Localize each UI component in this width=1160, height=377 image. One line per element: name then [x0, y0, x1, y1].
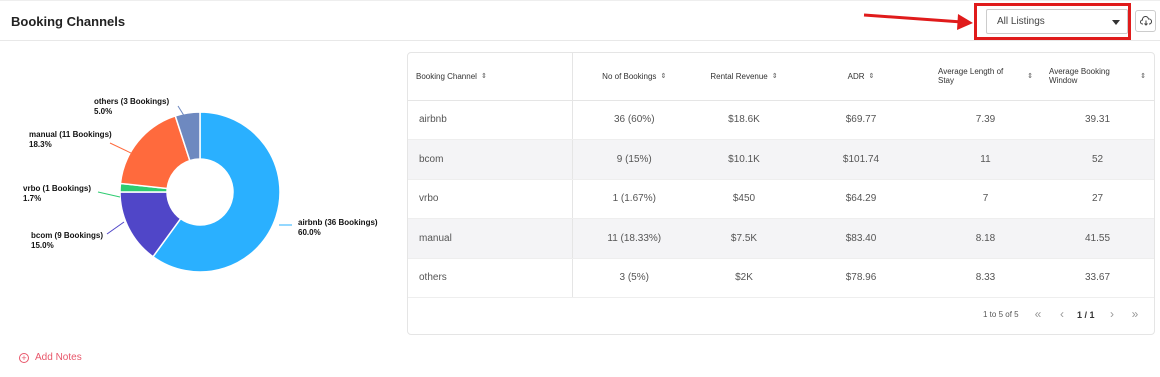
booking-channels-table: Booking Channel ⇕ No of Bookings ⇕ Rental …: [408, 53, 1154, 298]
table-cell: 7: [930, 179, 1041, 219]
listing-select[interactable]: All Listings: [986, 9, 1128, 34]
last-page-icon[interactable]: »: [1126, 306, 1144, 324]
table-header-row: Booking Channel ⇕ No of Bookings ⇕ Rental …: [408, 53, 1154, 101]
annotation-arrow: [863, 13, 973, 30]
channel-cell: airbnb: [408, 100, 573, 140]
slice-label: airbnb (36 Bookings): [298, 218, 378, 227]
table-cell: $18.6K: [696, 100, 792, 140]
leader-line: [109, 142, 134, 155]
table-cell: $450: [696, 179, 792, 219]
table-cell: 52: [1041, 139, 1154, 180]
table-cell: 39.31: [1041, 100, 1154, 140]
table-cell: $69.77: [792, 100, 930, 140]
column-header[interactable]: Average Booking Window ⇕: [1041, 53, 1154, 101]
sort-icon: ⇕: [771, 72, 778, 80]
column-header[interactable]: Booking Channel ⇕: [408, 53, 573, 101]
leader-line: [97, 191, 121, 198]
table-cell: $101.74: [792, 139, 930, 180]
sort-icon: ⇕: [868, 72, 875, 80]
page-title: Booking Channels: [11, 14, 126, 29]
page-indicator: 1 / 1: [1077, 310, 1095, 320]
table-cell: 27: [1041, 179, 1154, 219]
channel-cell: others: [408, 258, 573, 298]
slice-percent-label: 5.0%: [94, 107, 112, 116]
table-row: airbnb 36 (60%) $18.6K $69.77 7.39 39.31: [408, 100, 1154, 140]
slice-label: bcom (9 Bookings): [31, 231, 103, 240]
column-header[interactable]: Average Length of Stay ⇕: [930, 53, 1041, 101]
sort-icon: ⇕: [660, 72, 667, 80]
table-cell: $7.5K: [696, 218, 792, 259]
channel-cell: manual: [408, 218, 573, 259]
listing-select-value: All Listings: [997, 16, 1045, 27]
first-page-icon[interactable]: «: [1029, 306, 1047, 324]
booking-channels-donut-chart: airbnb (36 Bookings)60.0% bcom (9 Booking…: [23, 97, 378, 273]
table-row: others 3 (5%) $2K $78.96 8.33 33.67: [408, 258, 1154, 298]
table-row: bcom 9 (15%) $10.1K $101.74 11 52: [408, 139, 1154, 180]
channel-cell: bcom: [408, 139, 573, 180]
sort-icon: ⇕: [480, 72, 487, 80]
leader-line: [106, 221, 125, 235]
table-cell: 11 (18.33%): [572, 218, 696, 259]
download-button[interactable]: [1135, 10, 1156, 32]
add-notes-button[interactable]: + Add Notes: [19, 352, 82, 363]
slice-label: vrbo (1 Bookings): [23, 184, 91, 193]
chevron-down-icon: [1112, 20, 1120, 25]
panel-header: Booking Channels All Listings: [0, 0, 1160, 41]
table-cell: $2K: [696, 258, 792, 298]
column-header[interactable]: No of Bookings ⇕: [572, 53, 696, 101]
table-row: manual 11 (18.33%) $7.5K $83.40 8.18 41.55: [408, 218, 1154, 259]
table-cell: 33.67: [1041, 258, 1154, 298]
cloud-download-icon: [1139, 16, 1152, 26]
table-cell: 7.39: [930, 100, 1041, 140]
table-cell: 11: [930, 139, 1041, 180]
table-cell: 8.18: [930, 218, 1041, 259]
sort-icon: ⇕: [1027, 72, 1033, 80]
table-cell: $64.29: [792, 179, 930, 219]
pagination-count: 1 to 5 of 5: [983, 310, 1019, 319]
next-page-icon[interactable]: ›: [1103, 306, 1121, 324]
table-cell: $78.96: [792, 258, 930, 298]
slice-percent-label: 60.0%: [298, 228, 321, 237]
table-row: vrbo 1 (1.67%) $450 $64.29 7 27: [408, 179, 1154, 219]
add-notes-label: Add Notes: [35, 352, 82, 363]
table-cell: 41.55: [1041, 218, 1154, 259]
slice-label: manual (11 Bookings): [29, 130, 112, 139]
sort-icon: ⇕: [1140, 72, 1146, 80]
table-cell: 3 (5%): [572, 258, 696, 298]
column-header[interactable]: ADR ⇕: [792, 53, 930, 101]
table-cell: 36 (60%): [572, 100, 696, 140]
booking-channels-table-card: Booking Channel ⇕ No of Bookings ⇕ Rental …: [407, 52, 1155, 335]
prev-page-icon[interactable]: ‹: [1053, 306, 1071, 324]
slice-percent-label: 18.3%: [29, 140, 52, 149]
table-cell: 9 (15%): [572, 139, 696, 180]
slice-label: others (3 Bookings): [94, 97, 169, 106]
slice-percent-label: 15.0%: [31, 241, 54, 250]
pagination: 1 to 5 of 5 « ‹ 1 / 1 › »: [408, 298, 1154, 334]
slice-percent-label: 1.7%: [23, 194, 41, 203]
plus-circle-icon: +: [19, 352, 29, 363]
table-cell: 8.33: [930, 258, 1041, 298]
channel-cell: vrbo: [408, 179, 573, 219]
column-header[interactable]: Rental Revenue ⇕: [696, 53, 792, 101]
table-cell: $10.1K: [696, 139, 792, 180]
table-cell: 1 (1.67%): [572, 179, 696, 219]
table-cell: $83.40: [792, 218, 930, 259]
